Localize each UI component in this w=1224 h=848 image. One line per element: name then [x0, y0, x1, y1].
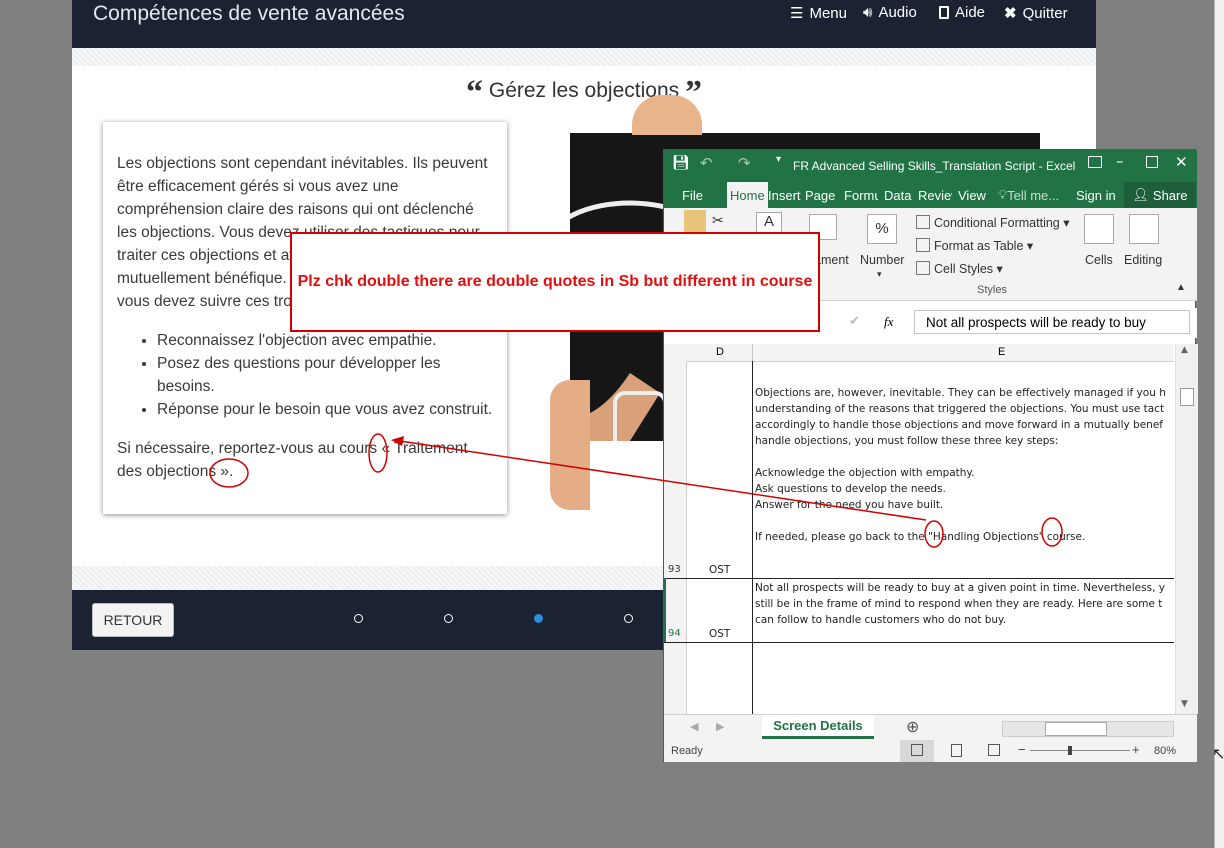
- review-comment-callout: Plz chk double there are double quotes i…: [290, 232, 820, 332]
- review-comment-text: Plz chk double there are double quotes i…: [297, 273, 813, 290]
- annotation-arrow-line: [399, 440, 927, 521]
- window-right-edge: [1214, 0, 1224, 848]
- annotation-layer: [209, 433, 1063, 548]
- annotation-circle: [209, 458, 249, 488]
- annotation-circle: [1041, 517, 1063, 547]
- arrowhead-icon: [391, 436, 404, 446]
- annotation-circle: [368, 433, 388, 473]
- annotation-circle: [924, 520, 944, 548]
- mouse-cursor-icon: ↖: [1212, 744, 1224, 763]
